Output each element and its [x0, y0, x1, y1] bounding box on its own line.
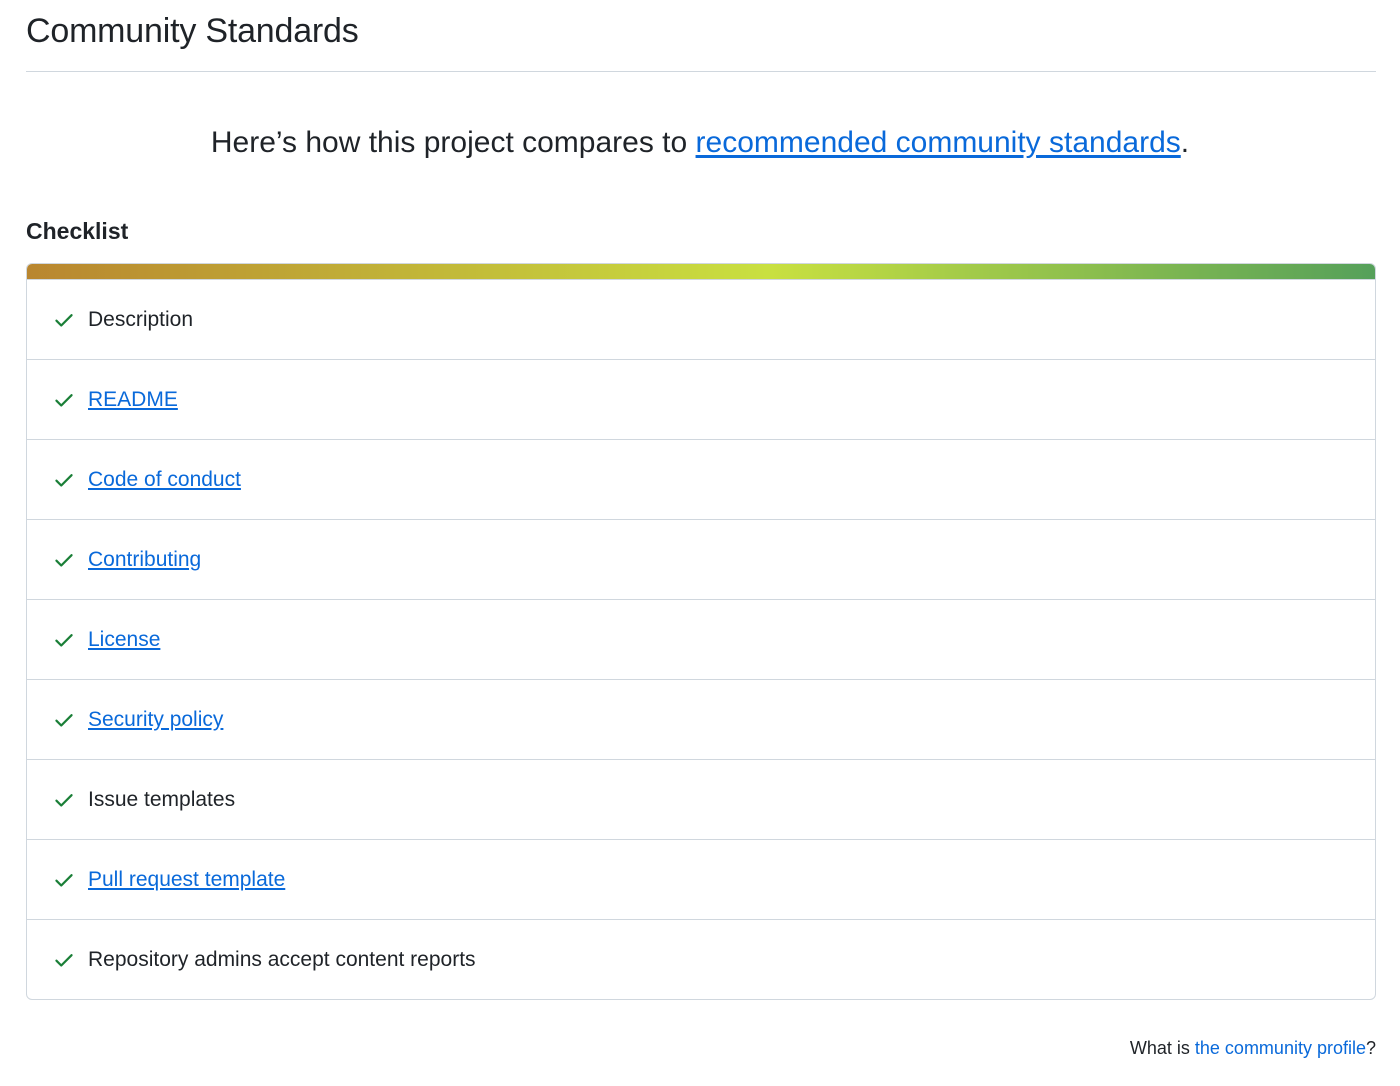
checklist-item-label[interactable]: Security policy	[88, 708, 223, 732]
intro-prefix: Here’s how this project compares to	[210, 126, 696, 159]
page-title: Community Standards	[26, 12, 359, 50]
checklist-item-label: Description	[88, 307, 194, 331]
check-icon	[53, 389, 75, 411]
footer-suffix: ?	[1365, 1038, 1376, 1058]
check-icon	[53, 629, 75, 651]
check-icon	[53, 709, 75, 731]
recommended-standards-link[interactable]: recommended community standards	[696, 126, 1181, 159]
check-icon	[53, 469, 75, 491]
checklist-item[interactable]: Contributing	[27, 520, 1375, 600]
check-icon	[53, 549, 75, 571]
check-icon	[53, 309, 75, 331]
checklist-item[interactable]: Security policy	[27, 680, 1375, 760]
intro-text: Here’s how this project compares to reco…	[0, 126, 1400, 160]
checklist-item-label[interactable]: License	[88, 628, 160, 652]
footer-note: What is the community profile?	[1130, 1038, 1376, 1059]
title-divider	[26, 71, 1376, 72]
intro-suffix: .	[1180, 126, 1190, 159]
progress-bar	[27, 264, 1375, 280]
checklist-item[interactable]: Pull request template	[27, 840, 1375, 920]
checklist-item-label[interactable]: README	[88, 388, 178, 412]
checklist-item-label: Issue templates	[88, 787, 236, 811]
checklist-box: Description README Code of conduct Contribu…	[26, 263, 1376, 1000]
checklist-item: Issue templates	[27, 760, 1375, 840]
checklist-item-label: Repository admins accept content reports	[88, 948, 476, 971]
check-icon	[53, 869, 75, 891]
checklist-item[interactable]: README	[27, 360, 1375, 440]
checklist-item-label[interactable]: Contributing	[88, 548, 201, 572]
checklist-item: Repository admins accept content reports	[27, 920, 1375, 999]
check-icon	[53, 949, 75, 971]
checklist-item[interactable]: License	[27, 600, 1375, 680]
checklist-item: Description	[27, 280, 1375, 360]
checklist-heading: Checklist	[26, 218, 129, 244]
check-icon	[53, 789, 75, 811]
checklist-item-label[interactable]: Code of conduct	[88, 468, 241, 492]
footer-prefix: What is	[1129, 1038, 1195, 1058]
community-profile-link[interactable]: the community profile	[1195, 1038, 1366, 1058]
checklist-item[interactable]: Code of conduct	[27, 440, 1375, 520]
checklist-item-label[interactable]: Pull request template	[88, 868, 285, 892]
checklist-rows: Description README Code of conduct Contribu…	[27, 280, 1375, 999]
